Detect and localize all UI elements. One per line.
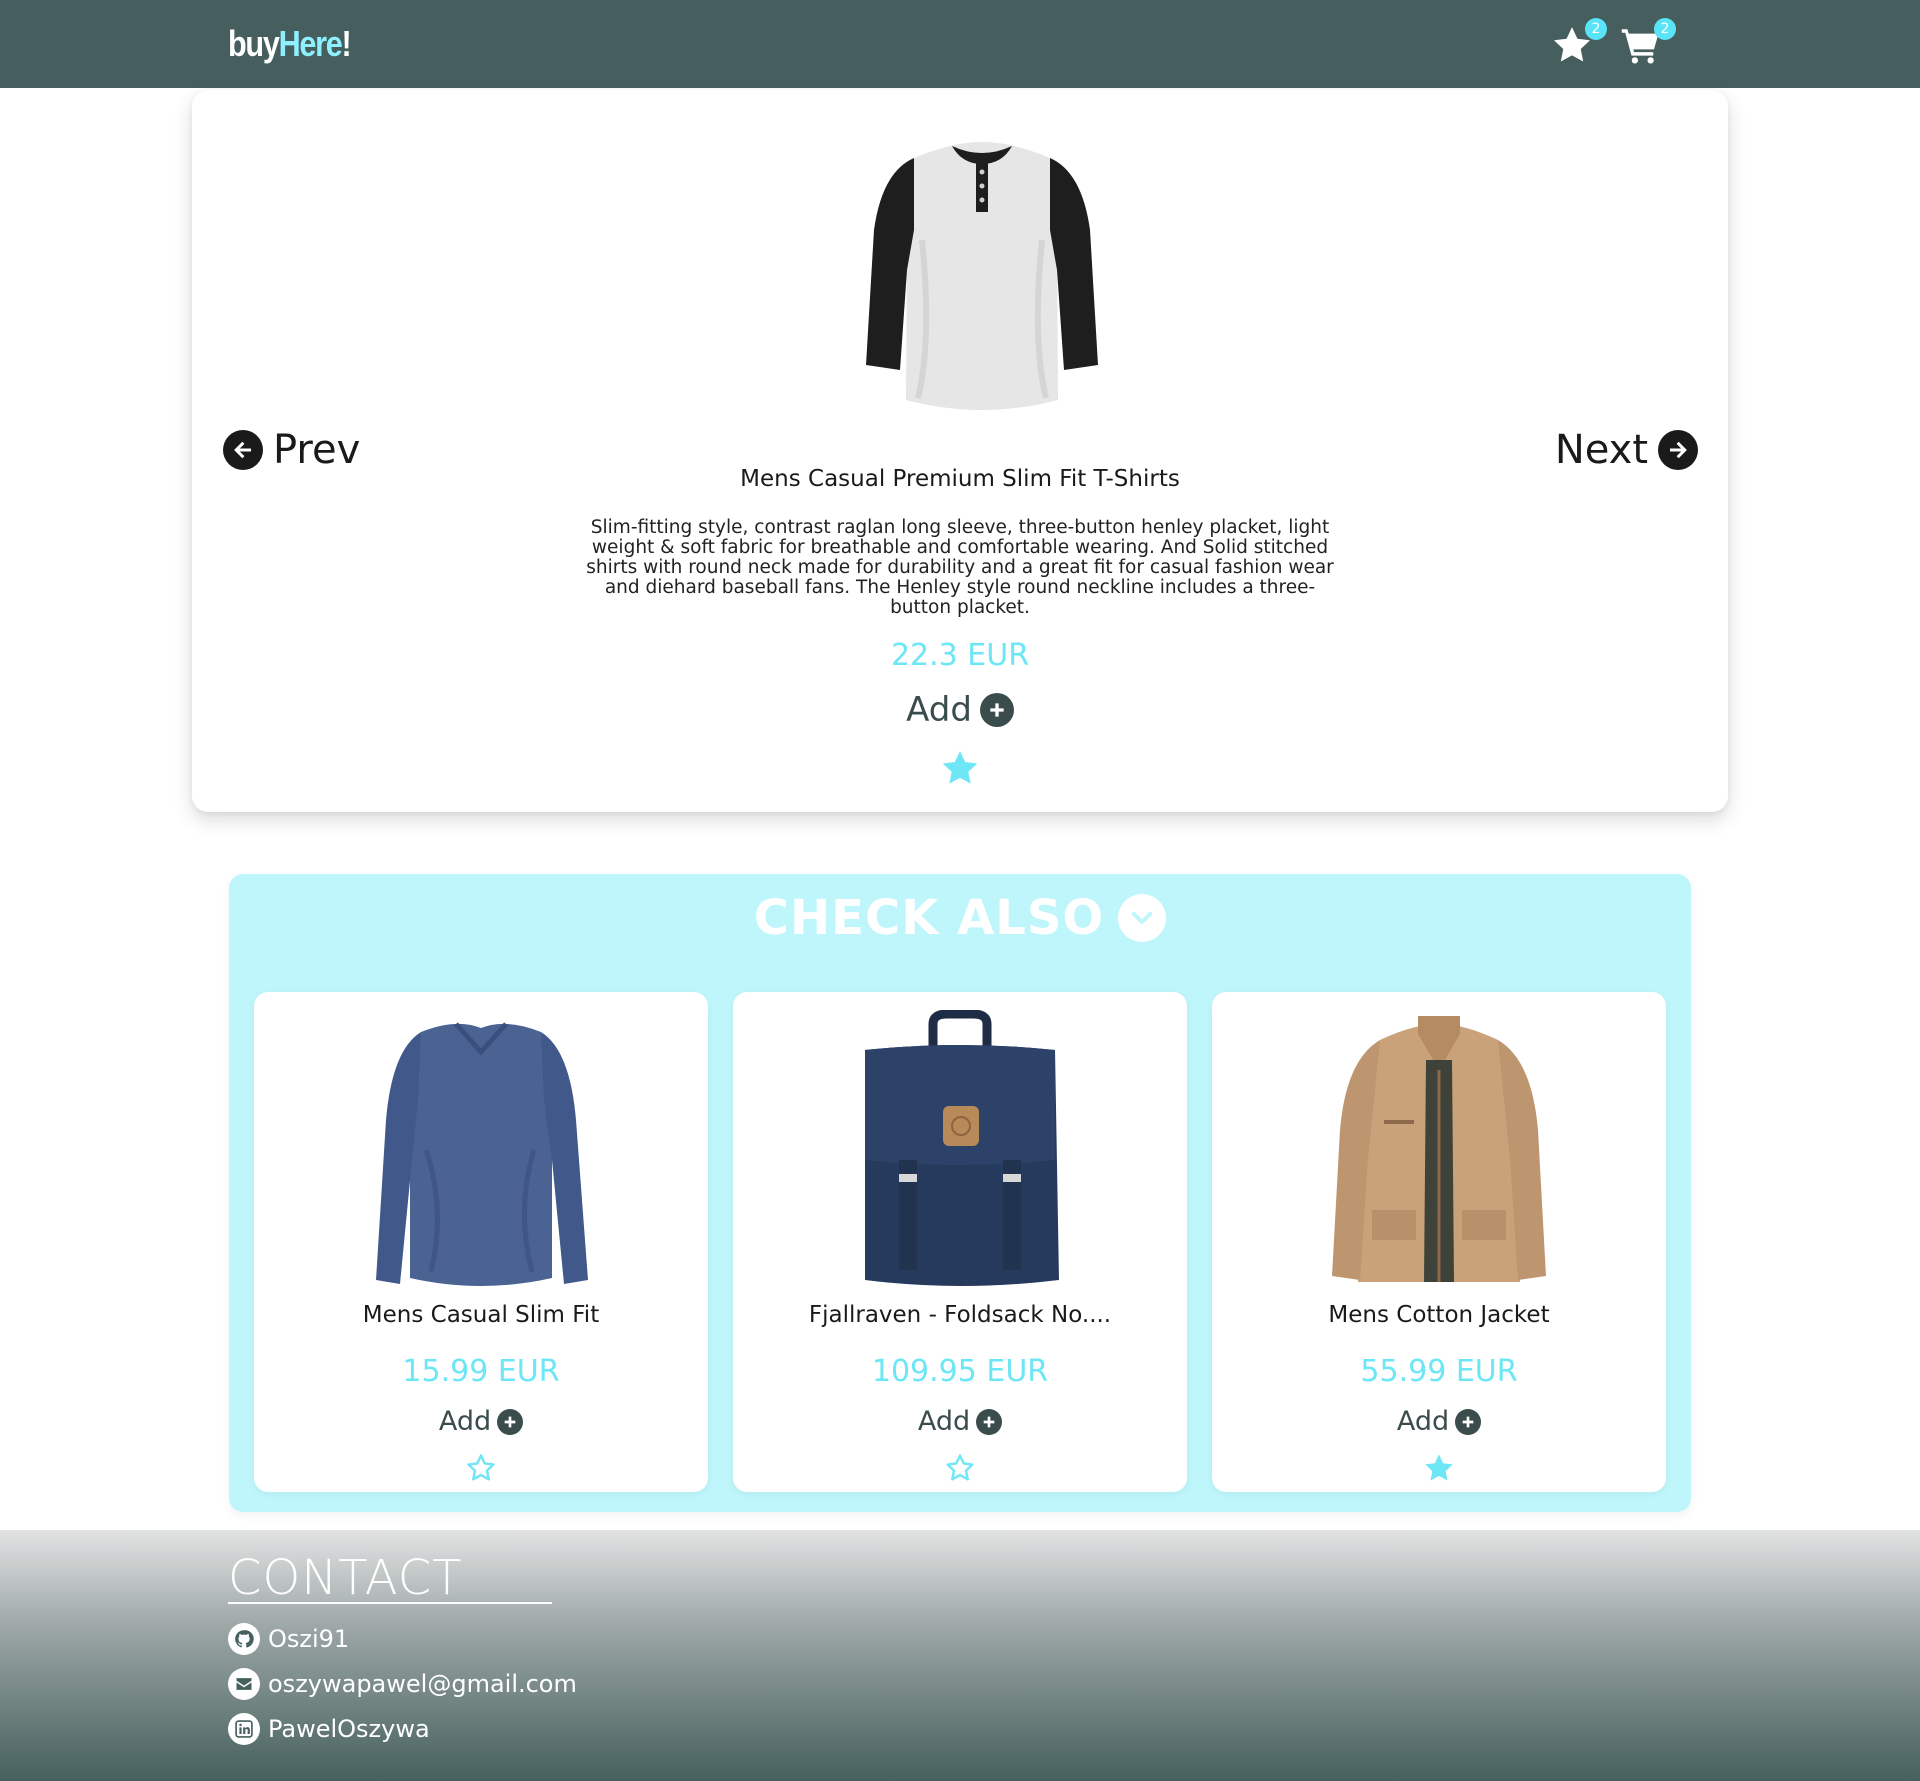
plus-circle-icon [497,1408,524,1435]
plus-circle-icon [976,1408,1003,1435]
logo-part-buy: buy [228,23,280,64]
favorites-count-badge: 2 [1585,18,1607,40]
check-also-title: CHECK ALSO [753,890,1105,946]
favorite-toggle[interactable] [944,1452,976,1488]
product-title: Fjallraven - Foldsack No.... [808,1302,1112,1328]
linkedin-link[interactable]: PawelOszywa [228,1712,430,1746]
cart-button[interactable]: 2 [1620,18,1676,66]
envelope-icon [228,1668,260,1700]
product-image [356,1010,606,1290]
email-label: oszywapawel@gmail.com [268,1670,577,1698]
add-to-cart-button[interactable]: Add [1212,1406,1666,1437]
add-to-cart-button[interactable]: Add [254,1406,708,1437]
favorite-toggle[interactable] [1423,1452,1455,1488]
cart-count-badge: 2 [1654,18,1676,40]
add-label: Add [906,690,972,730]
product-card[interactable]: Mens Casual Slim Fit 15.99 EUR Add [254,992,708,1492]
arrow-left-icon [223,430,263,470]
star-outline-icon [465,1454,497,1488]
favorite-toggle[interactable] [940,748,980,792]
github-icon [228,1623,260,1655]
product-card[interactable]: Fjallraven - Foldsack No.... 109.95 EUR … [733,992,1187,1492]
star-filled-icon [1423,1454,1455,1488]
check-also-section: CHECK ALSO Mens Casual Slim Fit 15.99 EU… [229,874,1691,1512]
product-title: Mens Casual Premium Slim Fit T-Shirts [740,466,1180,492]
contact-divider [228,1602,552,1604]
product-image [852,120,1112,420]
linkedin-label: PawelOszywa [268,1715,430,1743]
product-price: 55.99 EUR [1360,1354,1518,1389]
plus-circle-icon [1455,1408,1482,1435]
email-link[interactable]: oszywapawel@gmail.com [228,1667,577,1701]
add-label: Add [917,1406,971,1437]
contact-title: CONTACT [228,1550,463,1606]
footer: CONTACT Oszi91 oszywapawel@gmail.com Paw… [0,1530,1920,1781]
add-label: Add [438,1406,492,1437]
top-navbar: buyHere! 2 2 [0,0,1920,88]
add-label: Add [1396,1406,1450,1437]
star-filled-icon [940,751,980,792]
arrow-right-icon [1658,430,1698,470]
linkedin-icon [228,1713,260,1745]
plus-circle-icon [979,693,1014,727]
product-description: Slim-fitting style, contrast raglan long… [586,517,1334,618]
logo[interactable]: buyHere! [228,22,352,66]
product-detail-card: Prev Next Mens Casual Premium Slim Fit T… [192,90,1728,812]
add-to-cart-button[interactable]: Add [192,690,1728,730]
product-title: Mens Cotton Jacket [1328,1302,1550,1328]
check-also-heading[interactable]: CHECK ALSO [229,890,1691,946]
logo-part-bang: ! [341,23,352,64]
product-title: Mens Casual Slim Fit [362,1302,600,1328]
favorite-toggle[interactable] [465,1452,497,1488]
logo-part-here: Here [278,23,343,64]
product-image [1314,1010,1564,1290]
star-outline-icon [944,1454,976,1488]
product-image [835,1009,1085,1290]
github-label: Oszi91 [268,1625,350,1653]
favorites-button[interactable]: 2 [1551,18,1607,66]
add-to-cart-button[interactable]: Add [733,1406,1187,1437]
product-price: 15.99 EUR [402,1354,560,1389]
github-link[interactable]: Oszi91 [228,1622,349,1656]
product-price: 22.3 EUR [890,638,1030,673]
product-price: 109.95 EUR [871,1354,1049,1389]
product-card[interactable]: Mens Cotton Jacket 55.99 EUR Add [1212,992,1666,1492]
chevron-down-icon [1118,894,1167,942]
